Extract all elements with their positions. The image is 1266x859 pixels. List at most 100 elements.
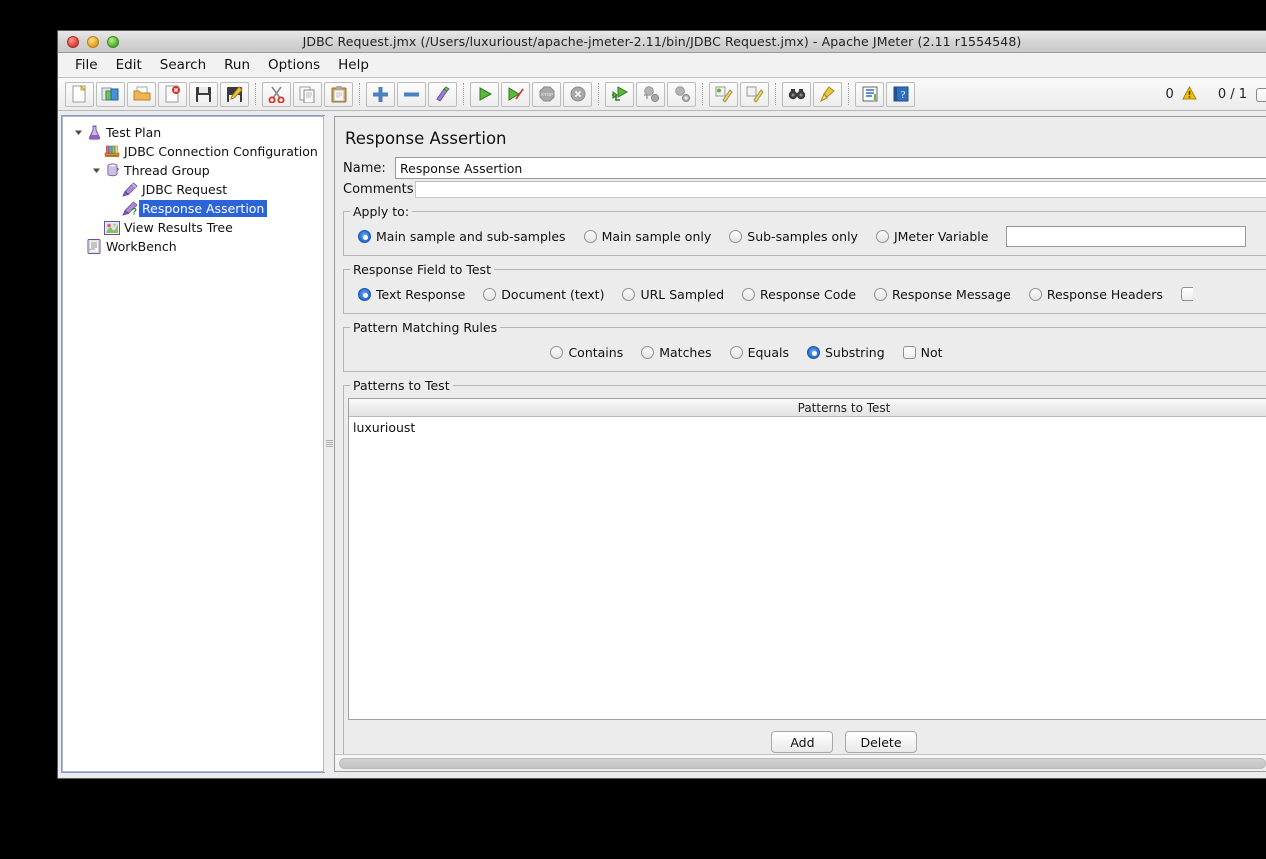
remote-start-all-button[interactable] — [605, 81, 634, 107]
stop-icon: STOP — [539, 86, 555, 102]
window-title: JDBC Request.jmx (/Users/luxurioust/apac… — [302, 34, 1022, 49]
toolbar-group-help: ? — [854, 81, 916, 107]
collapse-icon — [404, 87, 419, 102]
jmeter-variable-input[interactable] — [1006, 225, 1247, 247]
panel-splitter[interactable] — [324, 116, 334, 772]
pattern-rules-options: Contains Matches Equals Substring Not — [348, 339, 1266, 365]
copy-button[interactable] — [293, 81, 322, 107]
patterns-column-header[interactable]: Patterns to Test — [349, 399, 1266, 417]
ignore-status-checkbox-clipped[interactable] — [1180, 287, 1193, 301]
templates-icon — [101, 85, 120, 103]
start-no-timers-button[interactable] — [501, 81, 530, 107]
radio-response-message[interactable]: Response Message — [874, 287, 1011, 302]
search-reset-button[interactable] — [813, 81, 842, 107]
tree-label: Test Plan — [106, 125, 162, 140]
tree-node-view-results-tree[interactable]: View Results Tree — [67, 218, 323, 237]
table-row[interactable]: luxurioust — [349, 417, 1266, 437]
name-input[interactable] — [395, 157, 1266, 179]
start-button[interactable] — [470, 81, 499, 107]
add-button[interactable]: Add — [771, 731, 834, 753]
delete-button[interactable]: Delete — [845, 731, 917, 753]
warning-icon[interactable] — [1181, 85, 1197, 104]
comments-label: Comments: — [343, 182, 418, 197]
radio-main-sample-and-sub-samples[interactable]: Main sample and sub-samples — [358, 229, 566, 244]
splitter-grip-icon — [325, 440, 333, 448]
pattern-cell[interactable]: luxurioust — [353, 420, 415, 435]
tree-node-response-assertion[interactable]: ? Response Assertion — [67, 199, 323, 218]
radio-response-code[interactable]: Response Code — [742, 287, 856, 302]
radio-text-response[interactable]: Text Response — [358, 287, 465, 302]
jdbc-request-icon — [121, 182, 139, 197]
close-window-button[interactable] — [67, 35, 79, 48]
radio-label: Main sample only — [601, 228, 712, 244]
save-button[interactable] — [189, 81, 218, 107]
toolbar-group-file — [64, 81, 250, 107]
close-button[interactable] — [158, 81, 187, 107]
apply-to-legend: Apply to: — [353, 204, 410, 219]
collapse-button[interactable] — [397, 81, 426, 107]
name-row: Name: — [343, 157, 1266, 179]
save-as-button[interactable] — [220, 81, 249, 107]
menu-search[interactable]: Search — [151, 55, 215, 75]
radio-sub-samples-only[interactable]: Sub-samples only — [729, 229, 858, 244]
scrollbar-thumb[interactable] — [339, 757, 1266, 769]
tree-label: JDBC Connection Configuration — [124, 144, 318, 159]
editor-horizontal-scrollbar[interactable] — [335, 754, 1266, 771]
radio-response-headers[interactable]: Response Headers — [1028, 287, 1163, 302]
radio-document-text[interactable]: Document (text) — [483, 287, 604, 302]
minimize-window-button[interactable] — [87, 35, 99, 48]
toolbar-group-search — [781, 81, 843, 107]
open-button[interactable] — [127, 81, 156, 107]
response-assertion-icon: ? — [121, 201, 139, 216]
tree-node-jdbc-connection-configuration[interactable]: JDBC Connection Configuration — [67, 142, 323, 161]
expand-twisty-icon[interactable] — [89, 166, 103, 175]
page-title: Response Assertion — [345, 129, 507, 148]
radio-contains[interactable]: Contains — [550, 345, 623, 360]
radio-url-sampled[interactable]: URL Sampled — [622, 287, 724, 302]
radio-label: URL Sampled — [640, 286, 725, 302]
radio-matches[interactable]: Matches — [641, 344, 712, 360]
radio-jmeter-variable[interactable]: JMeter Variable — [875, 229, 988, 244]
new-button[interactable] — [65, 81, 94, 107]
toolbar-checkbox-clipped[interactable] — [1256, 87, 1266, 102]
remote-shutdown-all-button[interactable] — [667, 81, 696, 107]
checkbox-label: Not — [920, 344, 943, 360]
menu-run[interactable]: Run — [215, 55, 259, 75]
patterns-legend: Patterns to Test — [353, 378, 450, 393]
search-button[interactable] — [782, 81, 811, 107]
menu-options[interactable]: Options — [259, 55, 329, 75]
cut-button[interactable] — [262, 81, 291, 107]
paste-button[interactable] — [324, 81, 353, 107]
clear-all-button[interactable] — [740, 81, 769, 107]
expand-twisty-icon[interactable] — [71, 128, 85, 137]
remote-stop-all-button[interactable] — [636, 81, 665, 107]
radio-label: Main sample and sub-samples — [376, 228, 566, 244]
test-plan-tree-panel[interactable]: Test Plan JDBC Connection Configuration — [61, 115, 325, 773]
radio-indicator-icon — [806, 345, 820, 359]
templates-button[interactable] — [96, 81, 125, 107]
menu-help[interactable]: Help — [329, 55, 378, 75]
radio-main-sample-only[interactable]: Main sample only — [583, 228, 712, 244]
tree-node-workbench[interactable]: WorkBench — [67, 237, 323, 256]
save-icon — [195, 86, 212, 103]
comments-input[interactable] — [415, 181, 1266, 198]
svg-text:?: ? — [900, 89, 905, 101]
toggle-button[interactable] — [428, 81, 457, 107]
help-button[interactable]: ? — [886, 81, 915, 107]
checkbox-not[interactable]: Not — [902, 344, 943, 360]
radio-label: Matches — [659, 344, 712, 360]
radio-substring[interactable]: Substring — [806, 345, 885, 360]
zoom-window-button[interactable] — [107, 35, 119, 48]
clear-button[interactable] — [709, 81, 738, 107]
tree-node-thread-group[interactable]: Thread Group — [67, 161, 323, 180]
function-helper-button[interactable] — [855, 81, 884, 107]
expand-button[interactable] — [366, 81, 395, 107]
menu-edit[interactable]: Edit — [107, 55, 151, 75]
stop-button[interactable]: STOP — [532, 81, 561, 107]
shutdown-button[interactable] — [563, 81, 592, 107]
patterns-table[interactable]: Patterns to Test luxurioust — [348, 398, 1266, 720]
radio-equals[interactable]: Equals — [729, 345, 789, 360]
menu-file[interactable]: File — [66, 55, 107, 75]
tree-node-test-plan[interactable]: Test Plan — [67, 123, 323, 142]
tree-node-jdbc-request[interactable]: JDBC Request — [67, 180, 323, 199]
